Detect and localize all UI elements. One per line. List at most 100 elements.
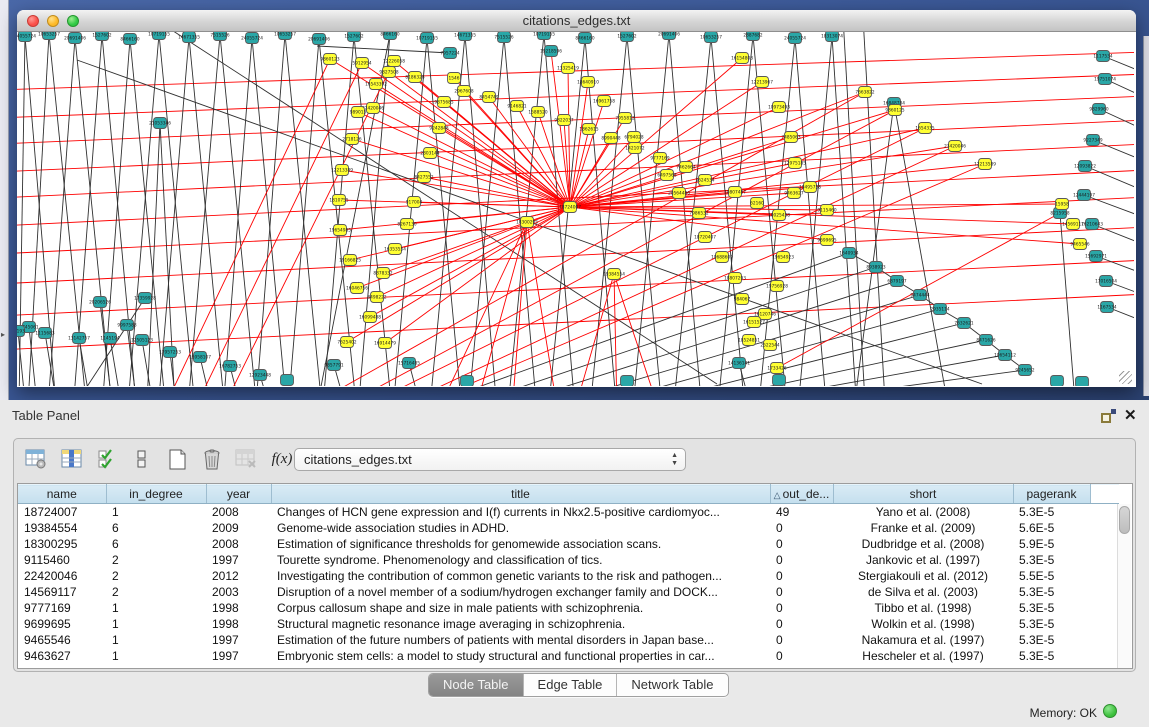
svg-text:16353554: 16353554 [384,247,406,253]
network-canvas[interactable]: 2405572410653257206914061527602846616010… [17,32,1134,386]
svg-text:23420046: 23420046 [944,144,966,150]
svg-text:5912954: 5912954 [352,61,371,67]
svg-text:2935114: 2935114 [930,307,949,313]
svg-text:12505123: 12505123 [131,338,153,344]
svg-text:1733426: 1733426 [767,366,786,372]
svg-text:9115460: 9115460 [817,208,836,214]
close-panel-icon[interactable]: ✕ [1124,406,1137,424]
desktop-background: ▸ citations_edges.txt 240557241065325720… [0,0,1149,400]
table-row[interactable]: 1830029562008Estimation of significance … [18,536,1119,552]
svg-text:19751074: 19751074 [1094,77,1116,83]
svg-text:18524851: 18524851 [738,338,760,344]
citation-network-graph[interactable]: 2405572410653257206914061527602846616010… [17,32,1134,386]
cell-pagerank: 5.5E-5 [1013,568,1090,584]
svg-text:9146821: 9146821 [507,104,526,110]
table-row[interactable]: 1456911722003Disruption of a novel membe… [18,584,1119,600]
cell-name: 14569117 [18,584,106,600]
cell-filler [1090,632,1119,648]
svg-text:16543392: 16543392 [365,82,387,88]
svg-text:8466160: 8466160 [575,36,594,42]
row-selection-icon[interactable] [94,445,122,473]
column-header-filler [1090,485,1119,504]
svg-text:15716485: 15716485 [398,361,420,367]
svg-text:8267130: 8267130 [397,222,416,228]
svg-text:7515526: 7515526 [494,35,513,41]
svg-text:8215958: 8215958 [1050,211,1069,217]
table-row[interactable]: 977716911998Corpus callosum shape and si… [18,600,1119,616]
svg-text:20691406: 20691406 [64,36,86,42]
svg-text:1654335: 1654335 [915,126,934,132]
cell-name: 9463627 [18,648,106,664]
cell-in_degree: 2 [106,552,206,568]
delete-icon[interactable] [198,445,226,473]
svg-text:7485063: 7485063 [781,135,800,141]
table-settings-icon[interactable] [22,445,50,473]
cell-filler [1090,600,1119,616]
table-header-row: namein_degreeyeartitle△out_de...shortpag… [18,485,1119,504]
column-header-title[interactable]: title [271,485,770,504]
column-header-name[interactable]: name [18,485,106,504]
column-header-out_de-[interactable]: △out_de... [770,485,833,504]
cell-out_degree: 0 [770,648,833,664]
column-header-short[interactable]: short [833,485,1013,504]
table-panel-title: Table Panel [12,408,80,423]
tab-network-table[interactable]: Network Table [617,674,727,696]
column-header-pagerank[interactable]: pagerank [1013,485,1090,504]
resize-grip[interactable] [1119,371,1132,384]
cell-out_degree: 0 [770,632,833,648]
tab-edge-table[interactable]: Edge Table [524,674,618,696]
svg-text:39193: 39193 [17,329,25,335]
svg-text:14671355: 14671355 [454,33,476,39]
svg-text:9997588: 9997588 [117,323,136,329]
cell-name: 9777169 [18,600,106,616]
network-table-dropdown[interactable]: citations_edges.txt ▲▼ [294,448,686,471]
cell-short: de Silva et al. (2003) [833,584,1013,600]
cell-title: Genome-wide association studies in ADHD. [271,520,770,536]
svg-text:1145194: 1145194 [100,336,119,342]
table-row[interactable]: 969969511998Structural magnetic resonanc… [18,616,1119,632]
table-tab-bar: Node TableEdge TableNetwork Table [428,673,729,697]
scrollbar-thumb[interactable] [1119,506,1130,534]
delete-table-icon[interactable] [232,445,260,473]
column-header-year[interactable]: year [206,485,271,504]
table-row[interactable]: 1872400712008Changes of HCN gene express… [18,504,1119,520]
merge-rows-icon[interactable] [128,445,156,473]
window-titlebar[interactable]: citations_edges.txt [17,10,1136,32]
table-row[interactable]: 946362711997Embryonic stem cells: a mode… [18,648,1119,664]
svg-text:10653257: 10653257 [274,32,296,38]
collapse-chevron-icon[interactable]: ▸ [1,330,5,339]
svg-text:9699695: 9699695 [817,238,836,244]
svg-text:17359928: 17359928 [134,296,156,302]
cell-out_degree: 0 [770,552,833,568]
cell-filler [1090,648,1119,664]
svg-text:15692971: 15692971 [1085,254,1107,260]
table-row[interactable]: 946554611997Estimation of the future num… [18,632,1119,648]
cell-out_degree: 0 [770,568,833,584]
column-header-in_degree[interactable]: in_degree [106,485,206,504]
svg-text:19384554: 19384554 [603,272,625,278]
table-row[interactable]: 911546021997Tourette syndrome. Phenomeno… [18,552,1119,568]
cell-short: Jankovic et al. (1997) [833,552,1013,568]
float-panel-button[interactable] [1101,409,1116,423]
new-document-icon[interactable] [164,445,192,473]
function-builder-icon[interactable]: f(x) [268,445,296,473]
svg-text:12226058: 12226058 [383,59,405,65]
svg-text:12444197: 12444197 [1073,193,1095,199]
svg-text:20564486: 20564486 [668,191,690,197]
cell-name: 19384554 [18,520,106,536]
vertical-scrollbar[interactable] [1117,504,1131,669]
cell-short: Wolkin et al. (1998) [833,616,1013,632]
svg-text:10973493: 10973493 [768,105,790,111]
svg-text:10654112: 10654112 [994,353,1016,359]
cell-name: 9465546 [18,632,106,648]
svg-text:1588520: 1588520 [528,110,547,116]
svg-text:9474444: 9474444 [910,293,929,299]
svg-text:14136141: 14136141 [728,361,750,367]
column-visibility-icon[interactable] [58,445,86,473]
svg-text:8466160: 8466160 [380,32,399,38]
table-row[interactable]: 2242004622012Investigating the contribut… [18,568,1119,584]
svg-text:7955812: 7955812 [615,116,634,122]
svg-text:9245652: 9245652 [1015,368,1034,374]
tab-node-table[interactable]: Node Table [429,674,524,696]
table-row[interactable]: 1938455462009Genome-wide association stu… [18,520,1119,536]
